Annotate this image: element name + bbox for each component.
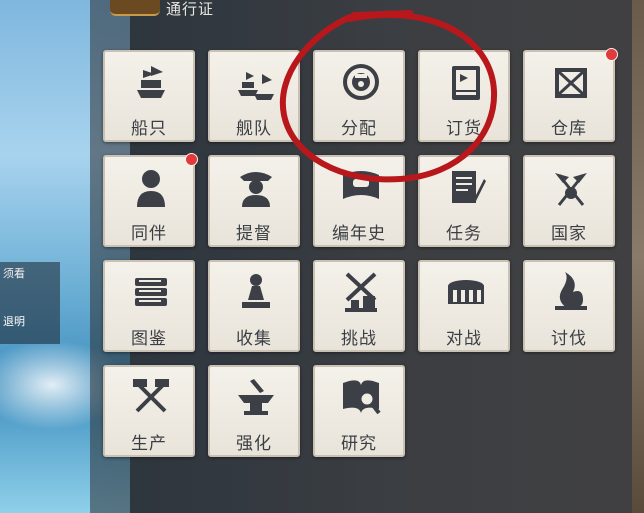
menu-tile-arena[interactable]: 对战 <box>418 260 510 352</box>
admiral-icon <box>240 172 272 207</box>
nation-icon <box>555 173 587 206</box>
menu-tile-production[interactable]: 生产 <box>103 365 195 457</box>
chronicle-icon <box>343 171 379 199</box>
encyclopedia-icon <box>135 278 167 306</box>
enhance-icon <box>238 379 274 415</box>
menu-label: 编年史 <box>332 224 386 244</box>
menu-tile-fleet[interactable]: 舰队 <box>208 50 300 142</box>
menu-label: 舰队 <box>236 119 272 139</box>
menu-label: 国家 <box>551 224 587 244</box>
menu-tile-subjugation[interactable]: 讨伐 <box>523 260 615 352</box>
menu-tile-admiral[interactable]: 提督 <box>208 155 300 247</box>
menu-tile-order[interactable]: 订货 <box>418 50 510 142</box>
menu-label: 讨伐 <box>551 329 587 349</box>
warehouse-icon <box>555 68 587 98</box>
quest-icon <box>452 171 486 203</box>
menu-label: 订货 <box>446 119 482 139</box>
menu-tile-allocate[interactable]: 分配 <box>313 50 405 142</box>
menu-label: 生产 <box>131 434 167 454</box>
player-tag: 退明 <box>3 315 25 328</box>
menu-tile-ships[interactable]: 船只 <box>103 50 195 142</box>
subjugation-icon <box>555 272 587 310</box>
menu-label: 收集 <box>236 329 272 349</box>
menu-tile-research[interactable]: 研究 <box>313 365 405 457</box>
collection-icon <box>242 274 270 308</box>
pass-title[interactable]: 通行证 <box>166 0 214 19</box>
companion-icon <box>137 170 165 207</box>
player-name: 须看 <box>3 267 25 280</box>
menu-label: 船只 <box>131 119 167 139</box>
menu-label: 挑战 <box>341 329 377 349</box>
menu-tile-encyclopedia[interactable]: 图鉴 <box>103 260 195 352</box>
challenge-icon <box>345 272 377 312</box>
notification-badge <box>605 48 618 61</box>
menu-label: 同伴 <box>131 224 167 244</box>
allocate-icon <box>343 64 379 100</box>
menu-tile-companion[interactable]: 同伴 <box>103 153 198 247</box>
menu-tile-challenge[interactable]: 挑战 <box>313 260 405 352</box>
menu-label: 图鉴 <box>131 329 167 349</box>
menu-label: 提督 <box>236 224 272 244</box>
background-scene-edge <box>632 0 644 513</box>
menu-tile-quest[interactable]: 任务 <box>418 155 510 247</box>
menu-tile-enhance[interactable]: 强化 <box>208 365 300 457</box>
ship-icon <box>137 66 165 98</box>
arena-icon <box>448 280 484 304</box>
production-icon <box>133 379 169 413</box>
menu-label: 任务 <box>446 224 482 244</box>
fleet-icon <box>238 72 274 100</box>
menu-tile-chronicle[interactable]: 编年史 <box>313 155 405 247</box>
menu-tile-collection[interactable]: 收集 <box>208 260 300 352</box>
menu-label: 分配 <box>341 119 377 139</box>
menu-label: 仓库 <box>551 119 587 139</box>
menu-label: 研究 <box>341 434 377 454</box>
notification-badge <box>185 153 198 166</box>
menu-label: 对战 <box>446 329 482 349</box>
player-status <box>0 286 60 310</box>
research-icon <box>343 380 381 415</box>
order-icon <box>452 66 480 100</box>
player-info-panel: 须看 退明 <box>0 262 60 344</box>
menu-tile-nation[interactable]: 国家 <box>523 155 615 247</box>
menu-label: 强化 <box>236 434 272 454</box>
menu-tile-warehouse[interactable]: 仓库 <box>523 48 618 142</box>
treasure-chest-icon[interactable] <box>110 0 160 16</box>
